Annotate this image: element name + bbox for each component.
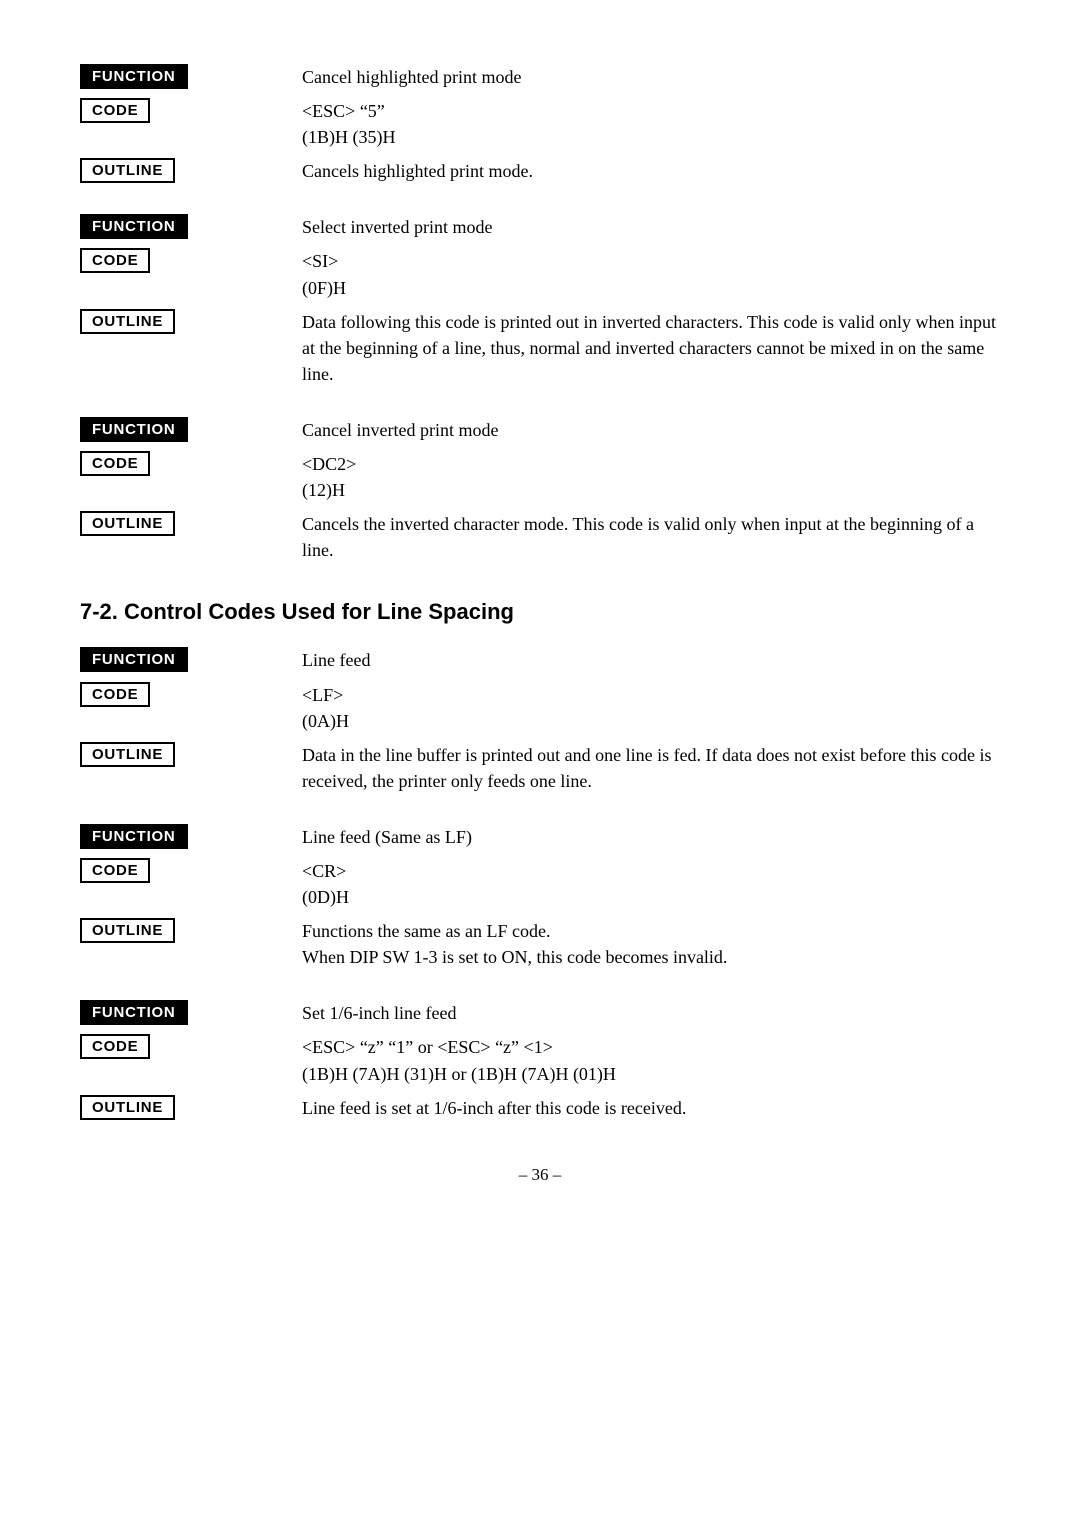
section-heading: 7-2. Control Codes Used for Line Spacing	[80, 599, 1000, 625]
entry-group-6: FUNCTION Set 1/6-inch line feed CODE <ES…	[80, 996, 1000, 1124]
entry-groups-section2: FUNCTION Line feed CODE <LF> (0A)H OUTLI…	[80, 643, 1000, 1124]
code-badge-1: CODE	[80, 98, 150, 123]
function-text-6: Set 1/6-inch line feed	[290, 996, 1000, 1030]
outline-label-cell-5: OUTLINE	[80, 914, 290, 974]
function-row-4: FUNCTION Line feed	[80, 643, 1000, 677]
outline-row-2: OUTLINE Data following this code is prin…	[80, 305, 1000, 391]
code-line1-6: <ESC> “z” “1” or <ESC> “z” <1>	[302, 1034, 1000, 1060]
code-line2-4: (0A)H	[302, 708, 1000, 734]
code-line1-3: <DC2>	[302, 451, 1000, 477]
outline-badge-3: OUTLINE	[80, 511, 175, 536]
code-text-3: <DC2> (12)H	[290, 447, 1000, 507]
function-label-cell-1: FUNCTION	[80, 60, 290, 94]
outline-row-3: OUTLINE Cancels the inverted character m…	[80, 507, 1000, 567]
function-text-3: Cancel inverted print mode	[290, 413, 1000, 447]
outline-row-5: OUTLINE Functions the same as an LF code…	[80, 914, 1000, 974]
code-line2-3: (12)H	[302, 477, 1000, 503]
entry-group-3: FUNCTION Cancel inverted print mode CODE…	[80, 413, 1000, 567]
outline-text-4: Data in the line buffer is printed out a…	[290, 738, 1000, 798]
code-line2-6: (1B)H (7A)H (31)H or (1B)H (7A)H (01)H	[302, 1061, 1000, 1087]
code-line2-5: (0D)H	[302, 884, 1000, 910]
outline-text-5: Functions the same as an LF code. When D…	[290, 914, 1000, 974]
code-text-4: <LF> (0A)H	[290, 678, 1000, 738]
outline-text-5a: Functions the same as an LF code.	[302, 918, 1000, 944]
function-badge-6: FUNCTION	[80, 1000, 188, 1025]
code-label-cell-4: CODE	[80, 678, 290, 738]
outline-label-cell-1: OUTLINE	[80, 154, 290, 188]
code-row-2: CODE <SI> (0F)H	[80, 244, 1000, 304]
outline-label-cell-2: OUTLINE	[80, 305, 290, 391]
outline-text-6: Line feed is set at 1/6-inch after this …	[290, 1091, 1000, 1125]
function-text-4: Line feed	[290, 643, 1000, 677]
function-text-2: Select inverted print mode	[290, 210, 1000, 244]
code-line1-5: <CR>	[302, 858, 1000, 884]
code-label-cell-1: CODE	[80, 94, 290, 154]
code-badge-5: CODE	[80, 858, 150, 883]
function-badge-5: FUNCTION	[80, 824, 188, 849]
code-row-5: CODE <CR> (0D)H	[80, 854, 1000, 914]
code-text-5: <CR> (0D)H	[290, 854, 1000, 914]
outline-text-3: Cancels the inverted character mode. Thi…	[290, 507, 1000, 567]
code-text-2: <SI> (0F)H	[290, 244, 1000, 304]
function-row-3: FUNCTION Cancel inverted print mode	[80, 413, 1000, 447]
code-label-cell-3: CODE	[80, 447, 290, 507]
entry-group-4: FUNCTION Line feed CODE <LF> (0A)H OUTLI…	[80, 643, 1000, 797]
code-line1-4: <LF>	[302, 682, 1000, 708]
page-footer: – 36 –	[80, 1165, 1000, 1185]
function-label-cell-3: FUNCTION	[80, 413, 290, 447]
function-text-1: Cancel highlighted print mode	[290, 60, 1000, 94]
entry-group-5: FUNCTION Line feed (Same as LF) CODE <CR…	[80, 820, 1000, 974]
code-badge-3: CODE	[80, 451, 150, 476]
code-text-1: <ESC> “5” (1B)H (35)H	[290, 94, 1000, 154]
code-badge-6: CODE	[80, 1034, 150, 1059]
outline-row-4: OUTLINE Data in the line buffer is print…	[80, 738, 1000, 798]
code-row-6: CODE <ESC> “z” “1” or <ESC> “z” <1> (1B)…	[80, 1030, 1000, 1090]
function-badge-4: FUNCTION	[80, 647, 188, 672]
function-badge-2: FUNCTION	[80, 214, 188, 239]
code-row-1: CODE <ESC> “5” (1B)H (35)H	[80, 94, 1000, 154]
outline-text-5b: When DIP SW 1-3 is set to ON, this code …	[302, 944, 1000, 970]
outline-badge-2: OUTLINE	[80, 309, 175, 334]
code-label-cell-2: CODE	[80, 244, 290, 304]
code-row-3: CODE <DC2> (12)H	[80, 447, 1000, 507]
outline-label-cell-3: OUTLINE	[80, 507, 290, 567]
outline-text-2: Data following this code is printed out …	[290, 305, 1000, 391]
outline-badge-6: OUTLINE	[80, 1095, 175, 1120]
entry-group-2: FUNCTION Select inverted print mode CODE…	[80, 210, 1000, 391]
code-label-cell-6: CODE	[80, 1030, 290, 1090]
function-badge-1: FUNCTION	[80, 64, 188, 89]
outline-badge-5: OUTLINE	[80, 918, 175, 943]
function-row-6: FUNCTION Set 1/6-inch line feed	[80, 996, 1000, 1030]
code-line2-2: (0F)H	[302, 275, 1000, 301]
code-line1-1: <ESC> “5”	[302, 98, 1000, 124]
code-row-4: CODE <LF> (0A)H	[80, 678, 1000, 738]
entry-groups-section1: FUNCTION Cancel highlighted print mode C…	[80, 60, 1000, 567]
outline-badge-4: OUTLINE	[80, 742, 175, 767]
outline-row-6: OUTLINE Line feed is set at 1/6-inch aft…	[80, 1091, 1000, 1125]
function-label-cell-2: FUNCTION	[80, 210, 290, 244]
code-label-cell-5: CODE	[80, 854, 290, 914]
outline-badge-1: OUTLINE	[80, 158, 175, 183]
function-row-1: FUNCTION Cancel highlighted print mode	[80, 60, 1000, 94]
code-badge-4: CODE	[80, 682, 150, 707]
function-label-cell-5: FUNCTION	[80, 820, 290, 854]
code-text-6: <ESC> “z” “1” or <ESC> “z” <1> (1B)H (7A…	[290, 1030, 1000, 1090]
code-badge-2: CODE	[80, 248, 150, 273]
function-label-cell-6: FUNCTION	[80, 996, 290, 1030]
outline-text-1: Cancels highlighted print mode.	[290, 154, 1000, 188]
function-text-5: Line feed (Same as LF)	[290, 820, 1000, 854]
function-row-5: FUNCTION Line feed (Same as LF)	[80, 820, 1000, 854]
outline-label-cell-6: OUTLINE	[80, 1091, 290, 1125]
entry-group-1: FUNCTION Cancel highlighted print mode C…	[80, 60, 1000, 188]
outline-row-1: OUTLINE Cancels highlighted print mode.	[80, 154, 1000, 188]
code-line1-2: <SI>	[302, 248, 1000, 274]
function-row-2: FUNCTION Select inverted print mode	[80, 210, 1000, 244]
function-label-cell-4: FUNCTION	[80, 643, 290, 677]
function-badge-3: FUNCTION	[80, 417, 188, 442]
outline-label-cell-4: OUTLINE	[80, 738, 290, 798]
code-line2-1: (1B)H (35)H	[302, 124, 1000, 150]
